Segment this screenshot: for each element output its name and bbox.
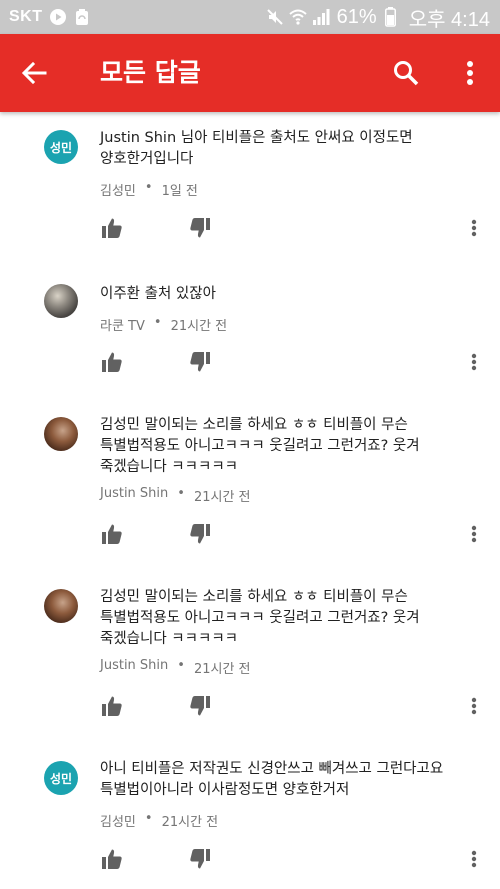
- more-vert-icon: [471, 525, 477, 543]
- back-button[interactable]: [14, 53, 54, 93]
- battery-percent: 61%: [336, 5, 377, 28]
- comment-meta: 라쿤 TV • 21시간 전: [100, 315, 227, 334]
- comment-time: 21시간 전: [161, 815, 219, 830]
- comment-author[interactable]: 김성민: [100, 180, 136, 199]
- avatar[interactable]: [44, 417, 78, 451]
- avatar[interactable]: [44, 589, 78, 623]
- comment-more-button[interactable]: [462, 692, 486, 720]
- more-vert-icon: [471, 219, 477, 237]
- like-button[interactable]: [98, 520, 126, 548]
- dislike-button[interactable]: [186, 845, 214, 873]
- thumb-down-icon: [190, 696, 210, 716]
- comment-actions: [0, 520, 500, 550]
- comment-actions: [0, 845, 500, 875]
- thumb-up-icon: [102, 524, 122, 544]
- thumb-up-icon: [102, 849, 122, 869]
- comment-text: 김성민 말이되는 소리를 하세요 ㅎㅎ 티비플이 무슨 특별법적용도 아니고ㅋㅋ…: [100, 417, 420, 475]
- like-button[interactable]: [98, 214, 126, 242]
- more-vert-icon: [471, 850, 477, 868]
- meta-separator: •: [177, 486, 185, 501]
- comment-time: 21시간 전: [170, 319, 228, 334]
- search-button[interactable]: [386, 53, 426, 93]
- meta-separator: •: [153, 315, 162, 330]
- thumb-up-icon: [102, 696, 122, 716]
- arrow-left-icon: [21, 61, 47, 85]
- more-vert-icon: [467, 61, 473, 85]
- comment-meta: 김성민 • 1일 전: [100, 180, 198, 199]
- comment-author[interactable]: 김성민: [100, 811, 136, 830]
- carrier-label: SKT: [9, 8, 43, 25]
- dislike-button[interactable]: [186, 692, 214, 720]
- thumb-down-icon: [190, 218, 210, 238]
- comment-meta: 김성민 • 21시간 전: [100, 811, 218, 830]
- mute-icon: [266, 8, 284, 26]
- like-button[interactable]: [98, 845, 126, 873]
- comment-actions: [0, 692, 500, 722]
- page-title: 모든 답글: [100, 58, 201, 87]
- avatar[interactable]: [44, 284, 78, 318]
- more-options-button[interactable]: [450, 53, 490, 93]
- comment-author[interactable]: Justin Shin: [100, 486, 168, 505]
- meta-separator: •: [144, 180, 153, 195]
- comment-time: 1일 전: [161, 184, 198, 199]
- thumb-down-icon: [190, 849, 210, 869]
- comment-text: Justin Shin 님아 티비플은 출처도 안써요 이정도면 양호한거입니다: [100, 130, 413, 167]
- wifi-icon: [289, 8, 307, 26]
- thumb-up-icon: [102, 352, 122, 372]
- battery-icon: [382, 7, 400, 27]
- recycle-icon: [73, 8, 91, 26]
- thumb-up-icon: [102, 218, 122, 238]
- comment-time: 21시간 전: [193, 662, 251, 677]
- comment-more-button[interactable]: [462, 348, 486, 376]
- thumb-down-icon: [190, 352, 210, 372]
- dislike-button[interactable]: [186, 348, 214, 376]
- like-button[interactable]: [98, 692, 126, 720]
- comment-item: 성민 Justin Shin 님아 티비플은 출처도 안써요 이정도면 양호한거…: [0, 112, 500, 272]
- comment-meta: Justin Shin • 21시간 전: [100, 658, 251, 677]
- avatar[interactable]: 성민: [44, 130, 78, 164]
- dislike-button[interactable]: [186, 214, 214, 242]
- comment-more-button[interactable]: [462, 214, 486, 242]
- play-icon: [49, 8, 67, 26]
- app-bar: 모든 답글: [0, 34, 500, 112]
- comment-item: 김성민 말이되는 소리를 하세요 ㅎㅎ 티비플이 무슨 특별법적용도 아니고ㅋㅋ…: [0, 569, 500, 741]
- thumb-down-icon: [190, 524, 210, 544]
- comment-actions: [0, 214, 500, 244]
- comment-item: 김성민 말이되는 소리를 하세요 ㅎㅎ 티비플이 무슨 특별법적용도 아니고ㅋㅋ…: [0, 397, 500, 569]
- like-button[interactable]: [98, 348, 126, 376]
- comment-actions: [0, 348, 500, 378]
- status-left: SKT: [9, 0, 91, 34]
- comment-time: 21시간 전: [193, 490, 251, 505]
- clock: 오후 4:14: [408, 8, 490, 31]
- status-bar: SKT 61% 오후 4:14: [0, 0, 500, 34]
- meta-separator: •: [144, 811, 153, 826]
- status-right: 61% 오후 4:14: [266, 0, 490, 34]
- avatar[interactable]: 성민: [44, 761, 78, 795]
- comment-author[interactable]: 라쿤 TV: [100, 315, 145, 334]
- comment-item: 성민 아니 티비플은 저작권도 신경안쓰고 빼겨쓰고 그런다고요 특별법이아니라…: [0, 741, 500, 889]
- dislike-button[interactable]: [186, 520, 214, 548]
- comment-text: 아니 티비플은 저작권도 신경안쓰고 빼겨쓰고 그런다고요 특별법이아니라 이사…: [100, 761, 444, 798]
- comment-text: 이주환 출처 있잖아: [100, 286, 216, 302]
- comment-meta: Justin Shin • 21시간 전: [100, 486, 251, 505]
- comment-more-button[interactable]: [462, 520, 486, 548]
- meta-separator: •: [177, 658, 185, 673]
- comment-author[interactable]: Justin Shin: [100, 658, 168, 677]
- more-vert-icon: [471, 353, 477, 371]
- comment-text: 김성민 말이되는 소리를 하세요 ㅎㅎ 티비플이 무슨 특별법적용도 아니고ㅋㅋ…: [100, 589, 420, 647]
- signal-icon: [312, 8, 330, 26]
- more-vert-icon: [471, 697, 477, 715]
- search-icon: [394, 61, 419, 86]
- comment-more-button[interactable]: [462, 845, 486, 873]
